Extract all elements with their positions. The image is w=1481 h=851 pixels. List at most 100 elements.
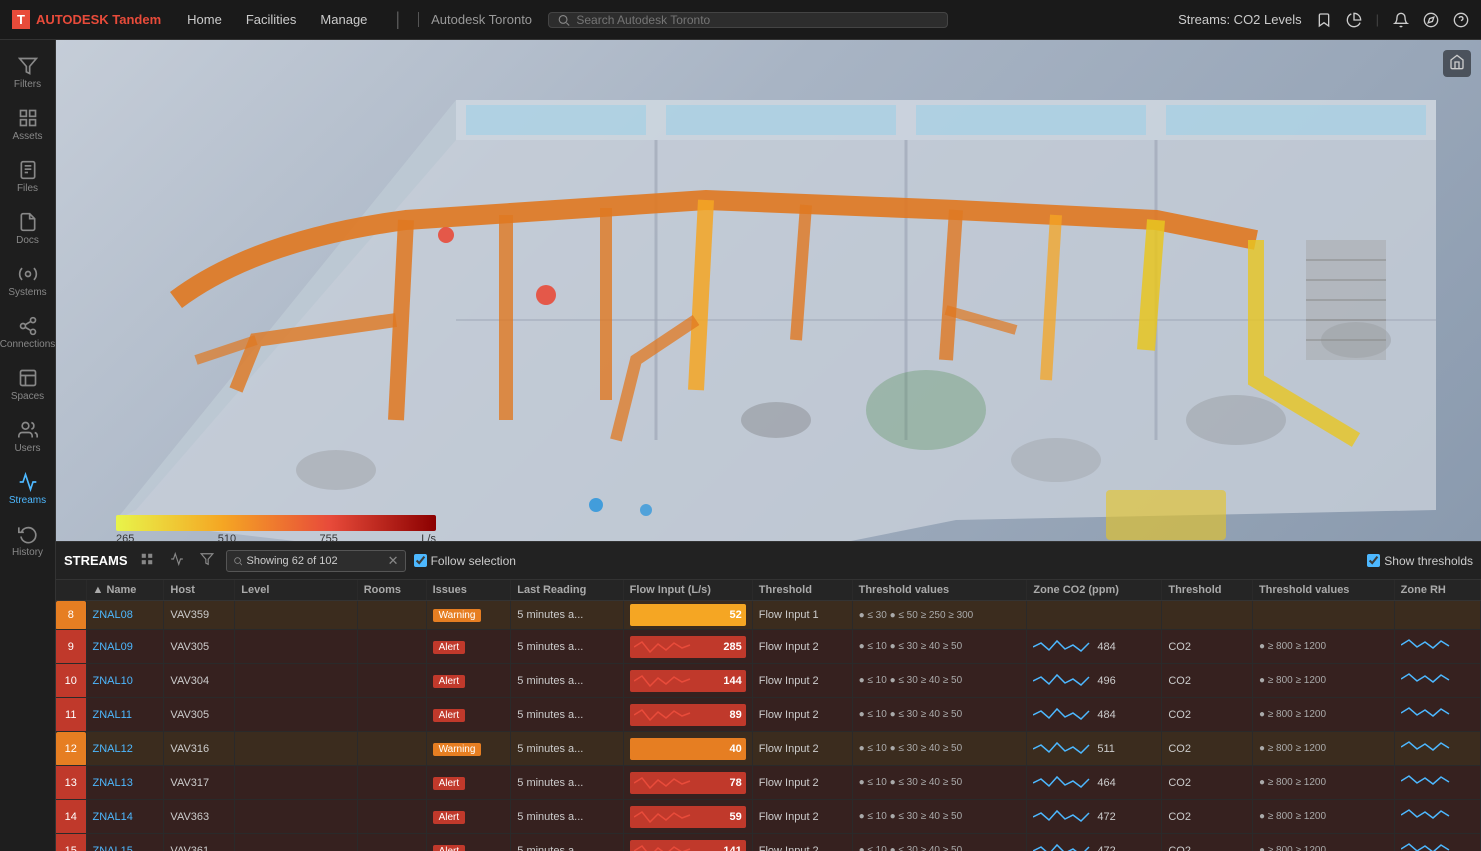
col-host[interactable]: Host xyxy=(164,580,235,601)
col-issues[interactable]: Issues xyxy=(426,580,511,601)
row-name[interactable]: ZNAL12 xyxy=(86,732,164,766)
table-row[interactable]: 8ZNAL08VAV359Warning5 minutes a... 52 Fl… xyxy=(56,601,1481,630)
grid-view-button[interactable] xyxy=(136,550,158,571)
row-name[interactable]: ZNAL14 xyxy=(86,800,164,834)
home-button[interactable] xyxy=(1443,50,1471,77)
nav-facilities[interactable]: Facilities xyxy=(236,8,307,31)
col-co2-threshold-values[interactable]: Threshold values xyxy=(1252,580,1394,601)
show-thresholds-toggle[interactable]: Show thresholds xyxy=(1367,554,1473,568)
table-row[interactable]: 14ZNAL14VAV363Alert5 minutes a... 59 Flo… xyxy=(56,800,1481,834)
show-thresholds-checkbox[interactable] xyxy=(1367,554,1380,567)
3d-viewport: 265 510 755 L/s xyxy=(56,40,1481,541)
row-name[interactable]: ZNAL11 xyxy=(86,698,164,732)
nav-manage[interactable]: Manage xyxy=(310,8,377,31)
row-name[interactable]: ZNAL13 xyxy=(86,766,164,800)
sidebar-item-systems[interactable]: Systems xyxy=(0,256,55,306)
col-level[interactable]: Level xyxy=(235,580,357,601)
table-row[interactable]: 9ZNAL09VAV305Alert5 minutes a... 285 Flo… xyxy=(56,630,1481,664)
table-row[interactable]: 10ZNAL10VAV304Alert5 minutes a... 144 Fl… xyxy=(56,664,1481,698)
sidebar-item-spaces[interactable]: Spaces xyxy=(0,360,55,410)
clear-search-button[interactable]: ✕ xyxy=(388,553,399,569)
row-co2-threshold: CO2 xyxy=(1162,664,1253,698)
col-co2-threshold[interactable]: Threshold xyxy=(1162,580,1253,601)
row-threshold-values: ● ≤ 10 ● ≤ 30 ≥ 40 ≥ 50 xyxy=(852,800,1027,834)
col-rooms[interactable]: Rooms xyxy=(357,580,426,601)
col-zone-co2[interactable]: Zone CO2 (ppm) xyxy=(1027,580,1162,601)
sidebar-item-streams[interactable]: Streams xyxy=(0,464,55,514)
col-name[interactable]: ▲ Name xyxy=(86,580,164,601)
filter-streams-button[interactable] xyxy=(196,550,218,571)
content-area: 265 510 755 L/s STREAMS xyxy=(56,40,1481,851)
chart-icon[interactable] xyxy=(1346,12,1362,28)
row-zone-rh xyxy=(1394,664,1480,698)
row-name[interactable]: ZNAL15 xyxy=(86,834,164,851)
row-level xyxy=(235,834,357,851)
chart-view-button[interactable] xyxy=(166,550,188,571)
row-last-reading: 5 minutes a... xyxy=(511,630,623,664)
sidebar-item-history[interactable]: History xyxy=(0,516,55,566)
row-name[interactable]: ZNAL10 xyxy=(86,664,164,698)
sidebar-item-users[interactable]: Users xyxy=(0,412,55,462)
follow-selection-checkbox[interactable] xyxy=(414,554,427,567)
table-row[interactable]: 15ZNAL15VAV361Alert5 minutes a... 141 Fl… xyxy=(56,834,1481,851)
follow-selection-toggle[interactable]: Follow selection xyxy=(414,554,516,568)
bell-icon[interactable] xyxy=(1393,12,1409,28)
table-row[interactable]: 13ZNAL13VAV317Alert5 minutes a... 78 Flo… xyxy=(56,766,1481,800)
streams-search[interactable]: ✕ xyxy=(226,550,406,572)
table-row[interactable]: 11ZNAL11VAV305Alert5 minutes a... 89 Flo… xyxy=(56,698,1481,732)
row-host: VAV363 xyxy=(164,800,235,834)
col-zone-rh[interactable]: Zone RH xyxy=(1394,580,1480,601)
sidebar-item-connections[interactable]: Connections xyxy=(0,308,55,358)
row-flow-input: 89 xyxy=(623,698,752,732)
col-threshold[interactable]: Threshold xyxy=(752,580,852,601)
col-flow-input[interactable]: Flow Input (L/s) xyxy=(623,580,752,601)
row-issues: Warning xyxy=(426,732,511,766)
spaces-icon xyxy=(18,368,38,388)
row-level xyxy=(235,664,357,698)
sidebar-item-filters[interactable]: Filters xyxy=(0,48,55,98)
sidebar-item-assets[interactable]: Assets xyxy=(0,100,55,150)
row-number: 10 xyxy=(56,664,86,698)
nav-home[interactable]: Home xyxy=(177,8,232,31)
row-zone-co2: 484 xyxy=(1027,630,1162,664)
sidebar-item-docs[interactable]: Docs xyxy=(0,204,55,254)
row-co2-threshold-values: ● ≥ 800 ≥ 1200 xyxy=(1252,766,1394,800)
3d-view[interactable]: 265 510 755 L/s xyxy=(56,40,1481,541)
sidebar-item-files[interactable]: Files xyxy=(0,152,55,202)
row-number: 9 xyxy=(56,630,86,664)
row-host: VAV316 xyxy=(164,732,235,766)
bookmark-icon[interactable] xyxy=(1316,12,1332,28)
row-name[interactable]: ZNAL08 xyxy=(86,601,164,630)
row-co2-threshold: CO2 xyxy=(1162,630,1253,664)
row-level xyxy=(235,766,357,800)
row-name[interactable]: ZNAL09 xyxy=(86,630,164,664)
search-bar[interactable] xyxy=(548,12,948,28)
streams-icon xyxy=(18,472,38,492)
sidebar-label-history: History xyxy=(12,547,43,558)
col-threshold-values[interactable]: Threshold values xyxy=(852,580,1027,601)
row-threshold-values: ● ≤ 10 ● ≤ 30 ≥ 40 ≥ 50 xyxy=(852,732,1027,766)
col-sort-indicator[interactable] xyxy=(56,580,86,601)
alert-badge: Alert xyxy=(433,777,466,790)
row-number: 14 xyxy=(56,800,86,834)
row-zone-co2: 484 xyxy=(1027,698,1162,732)
row-number: 8 xyxy=(56,601,86,630)
row-threshold: Flow Input 2 xyxy=(752,664,852,698)
streams-table-wrapper[interactable]: ▲ Name Host Level Rooms Issues Last Read… xyxy=(56,580,1481,851)
compass-icon[interactable] xyxy=(1423,12,1439,28)
docs-icon xyxy=(18,212,38,232)
table-row[interactable]: 12ZNAL12VAV316Warning5 minutes a... 40 F… xyxy=(56,732,1481,766)
search-input[interactable] xyxy=(576,13,939,27)
col-last-reading[interactable]: Last Reading xyxy=(511,580,623,601)
row-zone-co2: 511 xyxy=(1027,732,1162,766)
alert-badge: Alert xyxy=(433,675,466,688)
streams-search-input[interactable] xyxy=(246,555,383,567)
help-icon[interactable] xyxy=(1453,12,1469,28)
streams-header: STREAMS ✕ Follow selection xyxy=(56,542,1481,580)
files-icon xyxy=(18,160,38,180)
row-zone-rh xyxy=(1394,800,1480,834)
row-threshold-values: ● ≤ 10 ● ≤ 30 ≥ 40 ≥ 50 xyxy=(852,664,1027,698)
row-flow-input: 285 xyxy=(623,630,752,664)
main-layout: Filters Assets Files Docs Systems Connec… xyxy=(0,40,1481,851)
filter-icon xyxy=(18,56,38,76)
